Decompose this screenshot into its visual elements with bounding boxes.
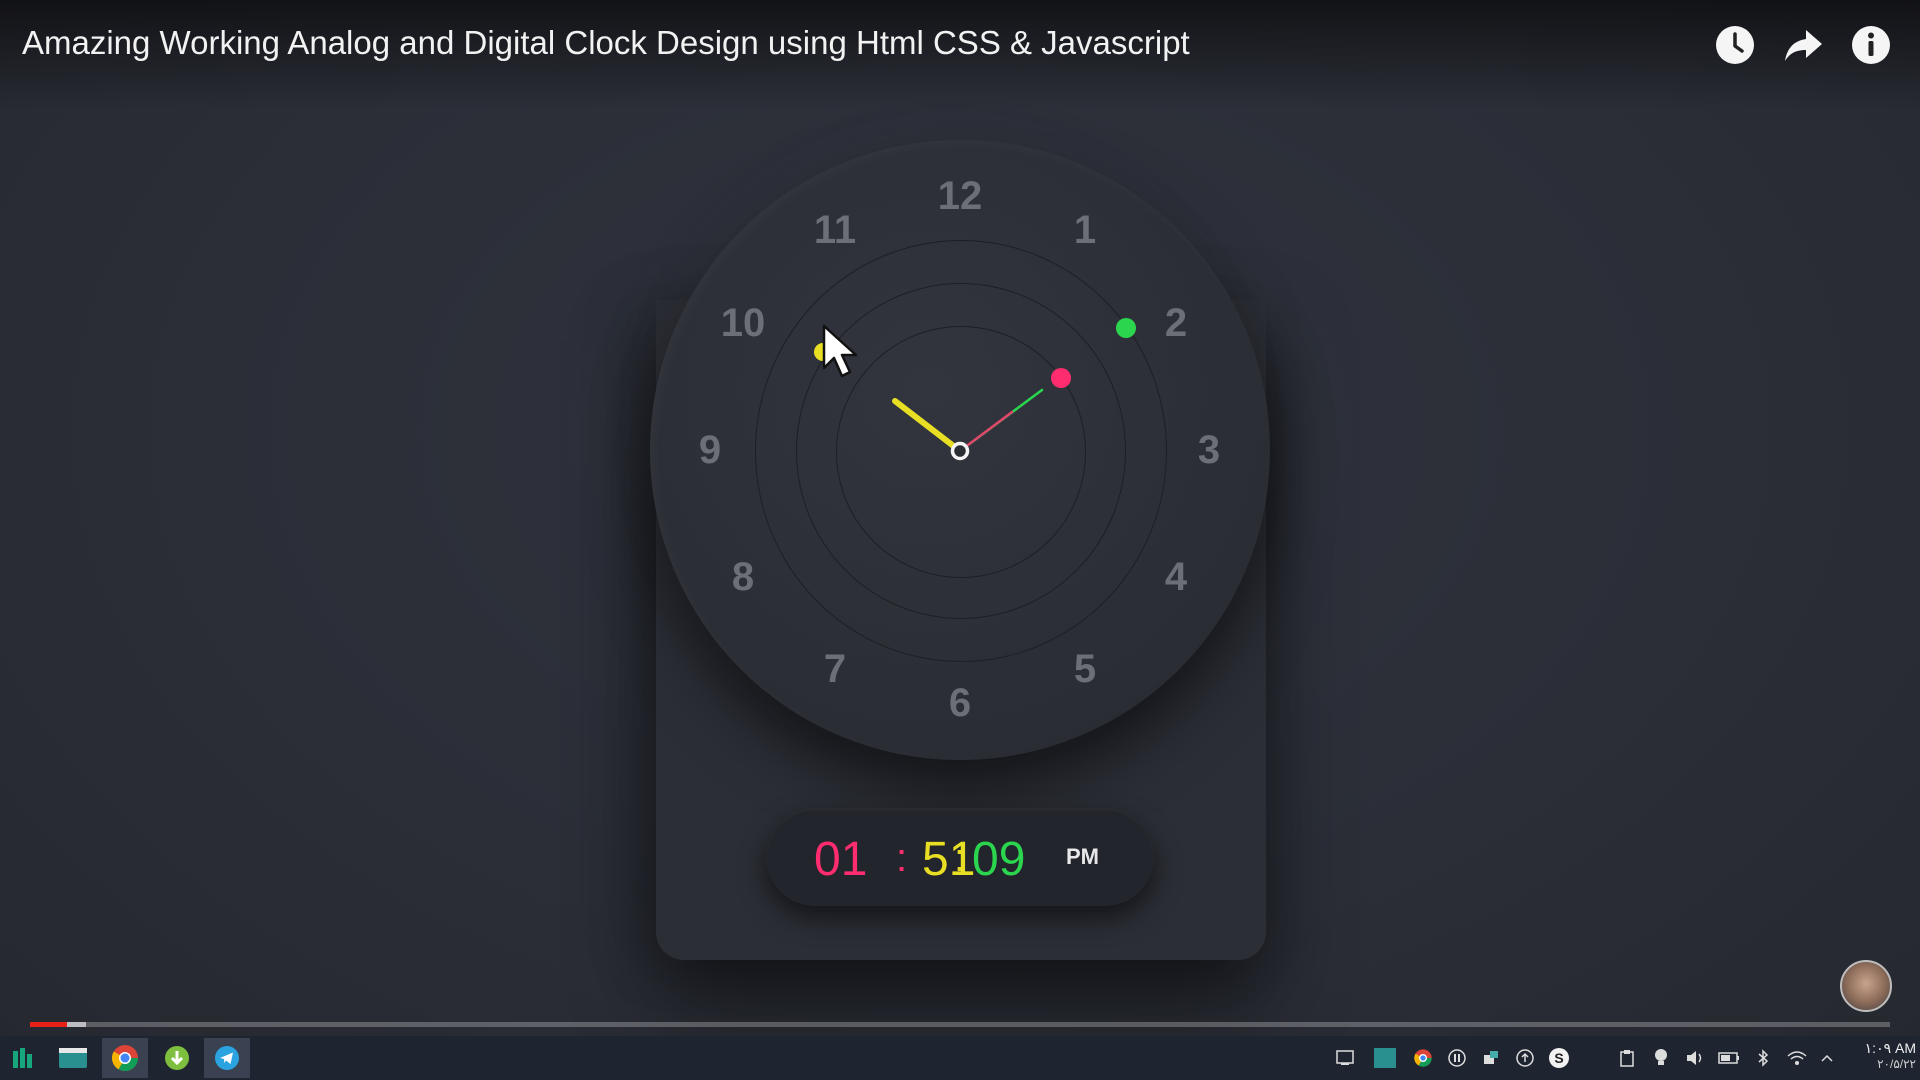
clock-number-4: 4: [1164, 555, 1188, 599]
telegram-icon[interactable]: [204, 1038, 250, 1078]
file-explorer-icon[interactable]: [50, 1038, 96, 1078]
digital-seconds: 09: [972, 833, 1026, 886]
taskbar: S ۱:۰۹ AM ۲۰/۵/۲۲: [0, 1036, 1920, 1080]
digital-clock-display: 01 : 51 : 09 PM: [766, 808, 1154, 906]
digital-separator: :: [896, 836, 908, 880]
clock-number-6: 6: [948, 681, 972, 725]
digital-separator: :: [954, 836, 966, 880]
info-icon[interactable]: [1850, 24, 1892, 66]
svg-text:S: S: [1554, 1050, 1563, 1066]
chrome-tray-icon[interactable]: [1412, 1047, 1434, 1069]
inner-ring: [836, 326, 1086, 578]
system-clock[interactable]: ۱:۰۹ AM ۲۰/۵/۲۲: [1848, 1040, 1916, 1072]
mouse-cursor-icon: [822, 324, 858, 378]
pause-icon[interactable]: [1446, 1047, 1468, 1069]
channel-watermark[interactable]: [1840, 960, 1892, 1012]
bulb-icon[interactable]: [1650, 1047, 1672, 1069]
digital-ampm: PM: [1066, 844, 1099, 869]
clock-number-9: 9: [698, 428, 722, 472]
show-desktop-icon[interactable]: [1334, 1047, 1356, 1069]
clipboard-icon[interactable]: [1616, 1047, 1638, 1069]
chevron-up-icon[interactable]: [1816, 1047, 1838, 1069]
wifi-icon[interactable]: [1786, 1047, 1808, 1069]
video-title[interactable]: Amazing Working Analog and Digital Clock…: [22, 24, 1190, 62]
bluetooth-icon[interactable]: [1752, 1047, 1774, 1069]
system-date: ۲۰/۵/۲۲: [1877, 1057, 1916, 1071]
download-manager-icon[interactable]: [154, 1038, 200, 1078]
clock-number-7: 7: [823, 647, 847, 691]
digital-minutes: 51: [922, 833, 976, 886]
screen-icon[interactable]: [1372, 1047, 1398, 1069]
progress-played: [30, 1022, 68, 1027]
clock-number-5: 5: [1073, 647, 1097, 691]
system-time: ۱:۰۹ AM: [1864, 1040, 1916, 1056]
chrome-icon[interactable]: [102, 1038, 148, 1078]
clock-number-2: 2: [1164, 301, 1188, 345]
watch-later-icon[interactable]: [1714, 24, 1756, 66]
upload-icon[interactable]: [1514, 1047, 1536, 1069]
clock-number-12: 12: [937, 174, 983, 218]
video-progress-bar[interactable]: [30, 1022, 1890, 1027]
battery-icon[interactable]: [1718, 1047, 1740, 1069]
clock-number-3: 3: [1197, 428, 1221, 472]
skype-icon[interactable]: S: [1548, 1047, 1570, 1069]
clock-number-10: 10: [720, 301, 766, 345]
clock-number-11: 11: [813, 208, 857, 252]
clock-number-1: 1: [1073, 208, 1097, 252]
app-manager-icon[interactable]: [0, 1038, 46, 1078]
clock-number-8: 8: [731, 555, 755, 599]
connect-icon[interactable]: [1480, 1047, 1502, 1069]
volume-icon[interactable]: [1684, 1047, 1706, 1069]
digital-hours: 01: [814, 833, 868, 886]
share-icon[interactable]: [1782, 24, 1824, 66]
